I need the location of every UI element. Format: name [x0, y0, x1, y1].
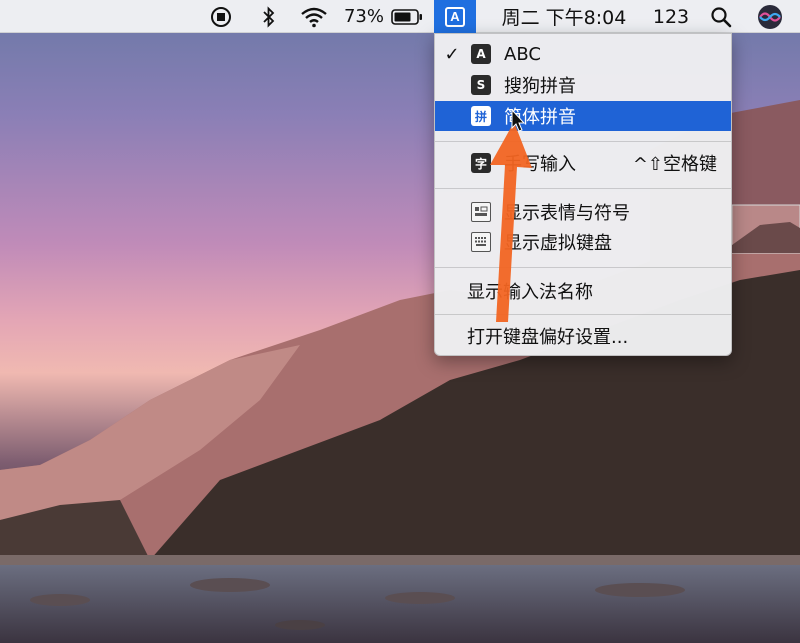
menu-separator — [435, 314, 731, 315]
battery-icon[interactable] — [388, 0, 426, 33]
menu-item-show-virtual-keyboard[interactable]: 显示虚拟键盘 — [435, 227, 731, 257]
menu-item-handwriting[interactable]: 字 手写输入 ^⇧空格键 — [435, 148, 731, 178]
menu-item-label: 显示虚拟键盘 — [504, 233, 612, 254]
menu-item-simplified-pinyin[interactable]: 拼 简体拼音 — [435, 101, 731, 131]
input-source-button[interactable]: A — [434, 0, 476, 33]
bluetooth-icon[interactable] — [256, 0, 282, 33]
menu-item-label: 手写输入 — [504, 154, 576, 175]
menu-separator — [435, 267, 731, 268]
input-source-icon: A — [445, 6, 465, 27]
checkmark-icon: ✓ — [444, 43, 460, 65]
pinyin-input-icon: 拼 — [471, 106, 491, 126]
emoji-symbols-icon — [471, 202, 491, 222]
menu-separator — [435, 141, 731, 142]
menu-item-label: 打开键盘偏好设置... — [467, 327, 629, 348]
menu-item-open-keyboard-preferences[interactable]: 打开键盘偏好设置... — [435, 321, 731, 351]
wifi-icon[interactable] — [296, 0, 332, 33]
menu-item-label: 简体拼音 — [504, 107, 576, 128]
menu-item-label: 显示输入法名称 — [467, 282, 593, 303]
menu-item-label: ABC — [504, 43, 541, 65]
spotlight-search-icon[interactable] — [706, 0, 736, 33]
abc-input-icon: A — [471, 44, 491, 64]
sogou-input-icon: S — [471, 75, 491, 95]
battery-percent[interactable]: 73% — [340, 0, 388, 33]
menu-bar: 73% A 周二 下午8:04 123 — [0, 0, 800, 33]
menu-item-show-emoji[interactable]: 显示表情与符号 — [435, 197, 731, 227]
input-source-menu: ✓ A ABC S 搜狗拼音 拼 简体拼音 字 手写输入 ^⇧空格键 显示表情与… — [434, 33, 732, 356]
virtual-keyboard-icon — [471, 232, 491, 252]
keyboard-mode-indicator[interactable]: 123 — [648, 0, 694, 33]
menu-bar-clock[interactable]: 周二 下午8:04 — [490, 0, 638, 33]
menu-item-label: 搜狗拼音 — [504, 76, 576, 97]
menu-item-sogou-pinyin[interactable]: S 搜狗拼音 — [435, 70, 731, 100]
menu-separator — [435, 188, 731, 189]
screen-record-icon[interactable] — [206, 0, 236, 33]
menu-item-label: 显示表情与符号 — [504, 203, 630, 224]
menu-item-shortcut: ^⇧空格键 — [632, 154, 717, 175]
handwriting-input-icon: 字 — [471, 153, 491, 173]
siri-icon[interactable] — [754, 0, 786, 33]
menu-item-show-input-name[interactable]: 显示输入法名称 — [435, 276, 731, 306]
menu-item-abc[interactable]: ✓ A ABC — [435, 39, 731, 69]
